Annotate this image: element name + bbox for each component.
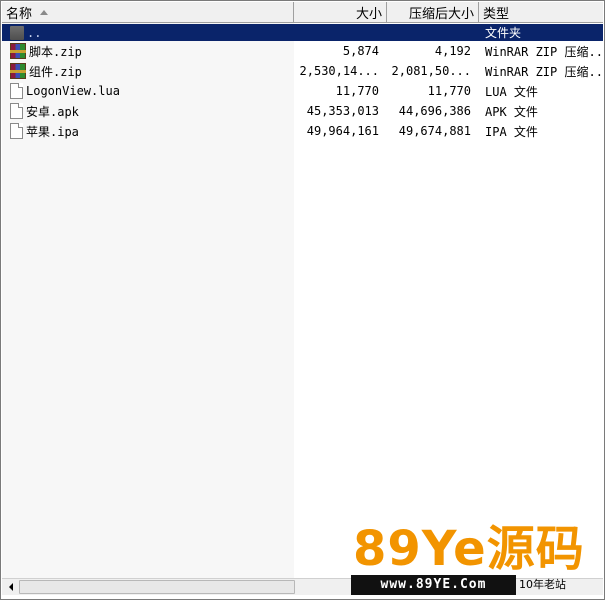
column-header-type[interactable]: 类型: [479, 2, 603, 22]
file-icon: [10, 123, 23, 139]
file-type: LUA 文件: [485, 84, 538, 99]
file-icon: [10, 83, 23, 99]
file-type: 文件夹: [485, 26, 522, 40]
file-compressed-size: 49,674,881: [398, 124, 471, 138]
file-type: IPA 文件: [485, 124, 538, 139]
watermark-brand: 89Ye源码: [353, 521, 585, 577]
file-name-cell: ..: [2, 25, 294, 40]
folder-up-icon: [10, 25, 24, 40]
file-name-cell: 脚本.zip: [2, 43, 294, 60]
rar-archive-icon: [10, 43, 26, 59]
column-header: 名称 大小 压缩后大小 类型: [2, 2, 603, 23]
table-row[interactable]: .. 文件夹: [2, 24, 603, 41]
file-name-cell: 安卓.apk: [2, 103, 294, 120]
file-size: 5,874: [342, 44, 379, 58]
file-name-cell: LogonView.lua: [2, 83, 294, 99]
watermark-url: www.89YE.Com: [351, 575, 516, 595]
watermark-tagline: 10年老站: [519, 578, 566, 591]
column-header-name[interactable]: 名称: [2, 2, 294, 22]
file-icon: [10, 103, 23, 119]
file-name: 苹果.ipa: [26, 124, 79, 139]
file-name-cell: 苹果.ipa: [2, 123, 294, 140]
file-name: ..: [27, 25, 42, 40]
table-row[interactable]: LogonView.lua 11,770 11,770 LUA 文件: [2, 81, 603, 101]
watermark: 89Ye源码 www.89YE.Com 10年老站: [351, 523, 601, 598]
table-row[interactable]: 苹果.ipa 49,964,161 49,674,881 IPA 文件: [2, 121, 603, 141]
file-name: 组件.zip: [29, 64, 82, 79]
table-row[interactable]: 脚本.zip 5,874 4,192 WinRAR ZIP 压缩...: [2, 41, 603, 61]
scroll-thumb[interactable]: [19, 580, 295, 594]
file-compressed-size: 11,770: [427, 84, 471, 98]
scroll-left-button[interactable]: [2, 579, 19, 595]
file-type: APK 文件: [485, 104, 538, 119]
file-size: 45,353,013: [306, 104, 379, 118]
table-row[interactable]: 组件.zip 2,530,14... 2,081,50... WinRAR ZI…: [2, 61, 603, 81]
file-name-cell: 组件.zip: [2, 63, 294, 80]
file-name: 脚本.zip: [29, 44, 82, 59]
column-header-type-label: 类型: [483, 6, 510, 22]
file-size: 2,530,14...: [299, 64, 379, 78]
column-header-size[interactable]: 大小: [294, 2, 387, 22]
file-type: WinRAR ZIP 压缩...: [485, 64, 603, 79]
file-compressed-size: 2,081,50...: [391, 64, 471, 78]
rar-archive-icon: [10, 63, 26, 79]
file-compressed-size: 4,192: [434, 44, 471, 58]
file-compressed-size: 44,696,386: [398, 104, 471, 118]
arrow-left-icon: [8, 583, 13, 591]
file-size: 49,964,161: [306, 124, 379, 138]
file-list: .. 文件夹 脚本.zip 5,874 4,192 WinRAR ZIP 压缩.…: [2, 24, 603, 141]
file-list-window: 名称 大小 压缩后大小 类型 .. 文件夹 脚本.zip 5,874 4,192…: [0, 0, 605, 600]
file-size: 11,770: [335, 84, 379, 98]
column-header-size-label: 大小: [355, 6, 382, 22]
file-name: LogonView.lua: [26, 84, 120, 98]
column-header-compressed-size-label: 压缩后大小: [408, 6, 474, 22]
sort-ascending-icon: [40, 9, 49, 15]
table-row[interactable]: 安卓.apk 45,353,013 44,696,386 APK 文件: [2, 101, 603, 121]
file-name: 安卓.apk: [26, 104, 79, 119]
column-header-compressed-size[interactable]: 压缩后大小: [387, 2, 479, 22]
column-header-name-label: 名称: [6, 6, 33, 22]
file-type: WinRAR ZIP 压缩...: [485, 44, 603, 59]
